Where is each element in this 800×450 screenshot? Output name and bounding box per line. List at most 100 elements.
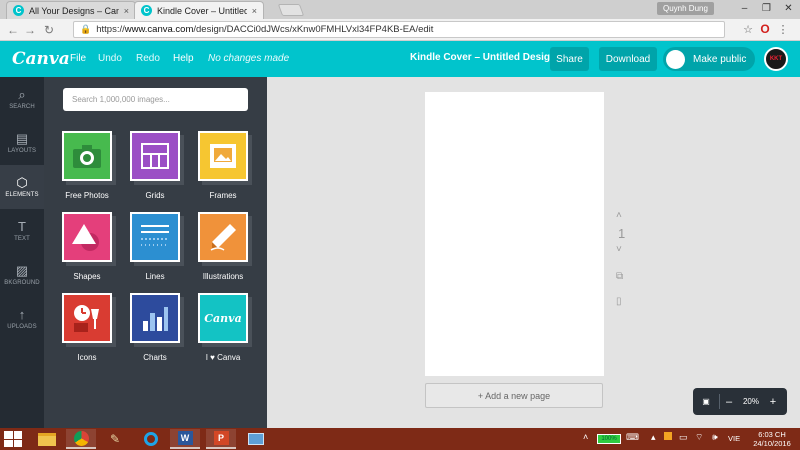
sidebar-item-elements[interactable]: ⬡ ELEMENTS: [0, 165, 44, 209]
editor-toolbar: Canva File Undo Redo Help No changes mad…: [0, 41, 800, 77]
zoom-out-button[interactable]: –: [720, 396, 738, 408]
canva-favicon-icon: C: [141, 5, 152, 16]
network-icon[interactable]: ▭: [679, 432, 688, 443]
tile-lines[interactable]: [130, 212, 180, 262]
save-status: No changes made: [208, 53, 290, 64]
opera-extension-icon[interactable]: O: [758, 22, 772, 36]
menu-file[interactable]: File: [70, 53, 86, 64]
tile-icons[interactable]: [62, 293, 112, 343]
language-indicator[interactable]: VIE: [728, 434, 740, 443]
menu-redo[interactable]: Redo: [136, 53, 160, 64]
wifi-icon[interactable]: ⌔: [695, 432, 703, 443]
text-icon: T: [18, 219, 26, 234]
tile-label: Frames: [209, 191, 237, 200]
tile-frames[interactable]: [198, 131, 248, 181]
make-public-toggle[interactable]: Make public: [663, 47, 755, 71]
chrome-icon[interactable]: [66, 429, 96, 449]
grid-icon: [141, 143, 169, 169]
avatar[interactable]: KKT: [764, 47, 788, 71]
word-icon[interactable]: W: [170, 429, 200, 449]
menu-help[interactable]: Help: [173, 53, 194, 64]
tab-label: Kindle Cover – Untitled D: [157, 5, 247, 16]
lock-icon: 🔒: [80, 24, 92, 34]
search-placeholder: Search 1,000,000 images...: [72, 95, 170, 104]
photos-icon[interactable]: [241, 429, 271, 449]
sidebar-item-background[interactable]: ▨ BKGROUND: [0, 253, 44, 297]
upload-icon: ↑: [18, 307, 26, 322]
system-clock[interactable]: 6:03 CH 24/10/2016: [749, 430, 795, 448]
sidebar-item-label: BKGROUND: [4, 280, 40, 286]
share-button[interactable]: Share: [550, 47, 589, 71]
url-domain: www.canva.com: [124, 24, 194, 35]
windows-taskbar: ✎ W P ˄ 100% ⌨ ▴ ▭ ⌔ 🕪 VIE 6:03 CH 24/10…: [0, 428, 800, 450]
close-window-icon[interactable]: ✕: [777, 0, 800, 16]
browser-menu-icon[interactable]: ⋮: [776, 22, 790, 36]
profile-user-name[interactable]: Quynh Dung: [657, 2, 714, 15]
toggle-knob: [666, 49, 685, 69]
tray-icon[interactable]: ▴: [651, 432, 656, 443]
sidebar-item-uploads[interactable]: ↑ UPLOADS: [0, 297, 44, 341]
sidebar-item-layouts[interactable]: ▤ LAYOUTS: [0, 121, 44, 165]
move-down-icon[interactable]: ˅: [616, 244, 622, 255]
elements-panel: Search 1,000,000 images... Free Photos G…: [44, 77, 267, 428]
canva-favicon-icon: C: [13, 5, 24, 16]
image-search-input[interactable]: Search 1,000,000 images...: [63, 88, 248, 111]
design-page[interactable]: [425, 92, 604, 376]
page-number: 1: [618, 226, 626, 241]
app-icon[interactable]: [136, 429, 166, 449]
lines-icon: [141, 225, 169, 246]
tile-i-love-canva[interactable]: Canva: [198, 293, 248, 343]
present-icon[interactable]: ▣: [693, 397, 719, 406]
layouts-icon: ▤: [15, 131, 29, 146]
reload-icon[interactable]: ↻: [41, 21, 57, 39]
clock-icon: [74, 305, 99, 332]
zoom-level: 20%: [742, 397, 759, 406]
keyboard-icon[interactable]: ⌨: [626, 432, 639, 443]
search-icon: ⌕: [18, 87, 26, 102]
tab-kindle-cover[interactable]: C Kindle Cover – Untitled D ×: [134, 1, 264, 19]
paint-icon[interactable]: ✎: [100, 429, 130, 449]
tab-all-designs[interactable]: C All Your Designs – Canva ×: [6, 1, 136, 19]
chevron-up-icon[interactable]: ˄: [583, 432, 588, 442]
download-button[interactable]: Download: [599, 47, 657, 71]
tile-shapes[interactable]: [62, 212, 112, 262]
windows-start-icon[interactable]: [4, 431, 22, 447]
tile-free-photos[interactable]: [62, 131, 112, 181]
camera-icon: [73, 145, 101, 168]
forward-arrow-icon[interactable]: →: [22, 21, 38, 39]
pencil-icon: [210, 224, 236, 251]
minimize-icon[interactable]: –: [733, 0, 756, 16]
file-explorer-icon[interactable]: [32, 429, 62, 449]
tile-grids[interactable]: [130, 131, 180, 181]
sidebar-item-label: ELEMENTS: [5, 192, 39, 198]
tray-app-icon[interactable]: [664, 432, 672, 442]
menu-undo[interactable]: Undo: [98, 53, 122, 64]
move-up-icon[interactable]: ˄: [616, 210, 622, 221]
sidebar-item-label: SEARCH: [9, 104, 35, 110]
sidebar-item-text[interactable]: T TEXT: [0, 209, 44, 253]
powerpoint-icon[interactable]: P: [206, 429, 236, 449]
back-arrow-icon[interactable]: ←: [5, 21, 21, 39]
design-title[interactable]: Kindle Cover – Untitled Design: [410, 52, 556, 63]
tab-close-icon[interactable]: ×: [252, 6, 257, 16]
new-tab-button[interactable]: [277, 4, 305, 16]
battery-indicator[interactable]: 100%: [597, 434, 621, 444]
maximize-icon[interactable]: ❐: [755, 0, 778, 16]
star-bookmark-icon[interactable]: ☆: [741, 22, 755, 36]
canva-logo[interactable]: Canva: [12, 49, 70, 69]
tab-close-icon[interactable]: ×: [124, 6, 129, 16]
zoom-in-button[interactable]: +: [764, 396, 782, 408]
tile-charts[interactable]: [130, 293, 180, 343]
delete-page-icon[interactable]: ▯: [616, 296, 622, 307]
tile-label: Illustrations: [202, 272, 244, 281]
add-page-button[interactable]: + Add a new page: [425, 383, 603, 408]
sidebar-item-search[interactable]: ⌕ SEARCH: [0, 77, 44, 121]
tab-label: All Your Designs – Canva: [29, 5, 119, 16]
url-input[interactable]: 🔒 https://www.canva.com/design/DACCi0dJW…: [73, 21, 725, 38]
duplicate-page-icon[interactable]: ⧉: [616, 271, 623, 282]
tile-illustrations[interactable]: [198, 212, 248, 262]
volume-icon[interactable]: 🕪: [712, 432, 718, 443]
address-bar: ← → ↻ 🔒 https://www.canva.com/design/DAC…: [0, 19, 800, 41]
tile-label: I ♥ Canva: [205, 353, 241, 362]
browser-tab-strip: C All Your Designs – Canva × C Kindle Co…: [0, 0, 800, 19]
